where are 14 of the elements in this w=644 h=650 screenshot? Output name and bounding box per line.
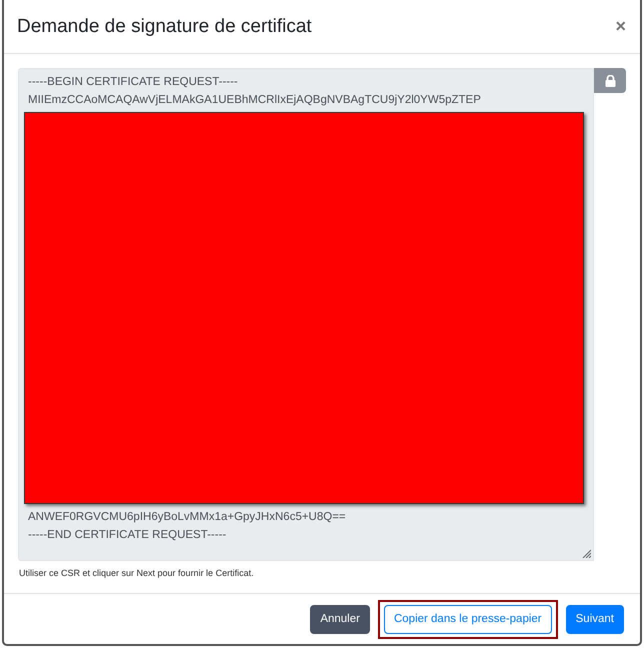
resize-grip-icon[interactable] bbox=[582, 549, 592, 558]
csr-text-line: MIIEmzCCAoMCAQAwVjELMAkGA1UEBhMCRlIxEjAQBgNVBAgTCU9jY2l0YW5pZTEP bbox=[28, 93, 482, 108]
help-text: Utiliser ce CSR et cliquer sur Next pour fournir le Certificat. bbox=[19, 568, 255, 578]
csr-text-line: -----BEGIN CERTIFICATE REQUEST----- bbox=[28, 75, 239, 90]
csr-text-line: ANWEF0RGVCMU6pIH6yBoLvMMx1a+GpyJHxN6c5+U8Q== bbox=[28, 510, 347, 525]
dialog-title: Demande de signature de certificat bbox=[17, 16, 312, 38]
close-button[interactable]: × bbox=[613, 16, 628, 37]
csr-text-line: -----END CERTIFICATE REQUEST----- bbox=[28, 528, 228, 543]
footer-button[interactable]: Suivant bbox=[566, 604, 624, 634]
lock-button[interactable] bbox=[594, 68, 626, 93]
lock-icon bbox=[604, 74, 616, 86]
csr-text-area[interactable]: -----BEGIN CERTIFICATE REQUEST----- MIIEmzCCAoMCAQAwVjELMAkGA1UEBhMCRlIxEjAQBgNVBAgTCU9jY2l0YW5pZTEP ANWEF0RGVCMU6pIH6yBoLvMMx1a+GpyJHxN6c5+U8Q== -----END CERTIFICATE REQUEST----- bbox=[18, 68, 594, 561]
footer-button[interactable]: Copier dans le presse-papier bbox=[384, 604, 552, 634]
footer-button[interactable]: Annuler bbox=[310, 604, 370, 634]
